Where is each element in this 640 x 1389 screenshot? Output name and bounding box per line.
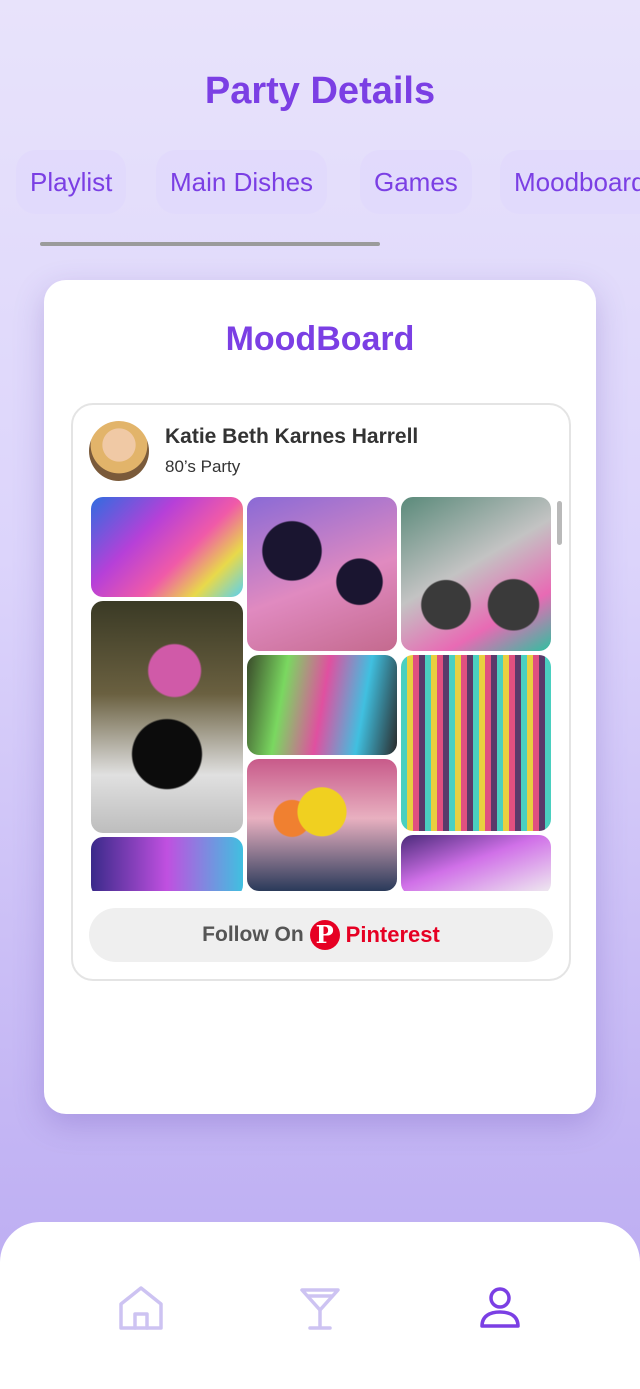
tab-main-dishes[interactable]: Main Dishes xyxy=(156,150,328,214)
tab-bar: Playlist Main Dishes Games Moodboard xyxy=(0,150,640,214)
pinterest-logo-icon: P xyxy=(309,920,340,950)
tab-playlist[interactable]: Playlist xyxy=(16,150,127,214)
tab-moodboard[interactable]: Moodboard xyxy=(500,150,640,214)
pinterest-board-widget: Katie Beth Karnes Harrell 80’s Party Fol… xyxy=(71,403,571,981)
purple-room-pin[interactable] xyxy=(401,835,551,891)
pin-grid[interactable] xyxy=(91,497,551,891)
vinyl-records-ceiling-pin[interactable] xyxy=(247,497,397,651)
nav-home-button[interactable] xyxy=(111,1278,171,1338)
candy-boombox-pin[interactable] xyxy=(401,497,551,651)
board-author[interactable]: Katie Beth Karnes Harrell xyxy=(165,425,418,449)
neon-balloons-pin[interactable] xyxy=(91,837,243,891)
nav-profile-button[interactable] xyxy=(470,1278,530,1338)
page-title: Party Details xyxy=(204,70,436,112)
tab-scroll-indicator xyxy=(40,242,380,246)
pinterest-wordmark: Pinterest xyxy=(345,922,440,947)
flower-centerpiece-pin[interactable] xyxy=(247,759,397,891)
tab-games[interactable]: Games xyxy=(360,150,472,214)
avatar[interactable] xyxy=(89,421,149,481)
pin-grid-scrollbar[interactable] xyxy=(557,501,562,545)
profile-icon xyxy=(480,1287,520,1328)
bottom-nav xyxy=(0,1222,640,1389)
neon-slinky-pin[interactable] xyxy=(247,655,397,755)
record-centerpiece-pin[interactable] xyxy=(91,601,243,833)
home-icon xyxy=(119,1286,163,1330)
hanging-slinkies-pin[interactable] xyxy=(401,655,551,831)
follow-label: Follow On xyxy=(202,923,304,946)
board-name[interactable]: 80’s Party xyxy=(165,457,240,477)
cocktail-icon xyxy=(300,1288,340,1330)
moodboard-title: MoodBoard xyxy=(225,320,415,358)
neon-party-pin[interactable] xyxy=(91,497,243,597)
nav-drinks-button[interactable] xyxy=(290,1278,350,1338)
moodboard-card: MoodBoard Katie Beth Karnes Harrell 80’s… xyxy=(44,280,596,1114)
follow-on-pinterest-button[interactable]: Follow On P Pinterest xyxy=(89,908,553,962)
